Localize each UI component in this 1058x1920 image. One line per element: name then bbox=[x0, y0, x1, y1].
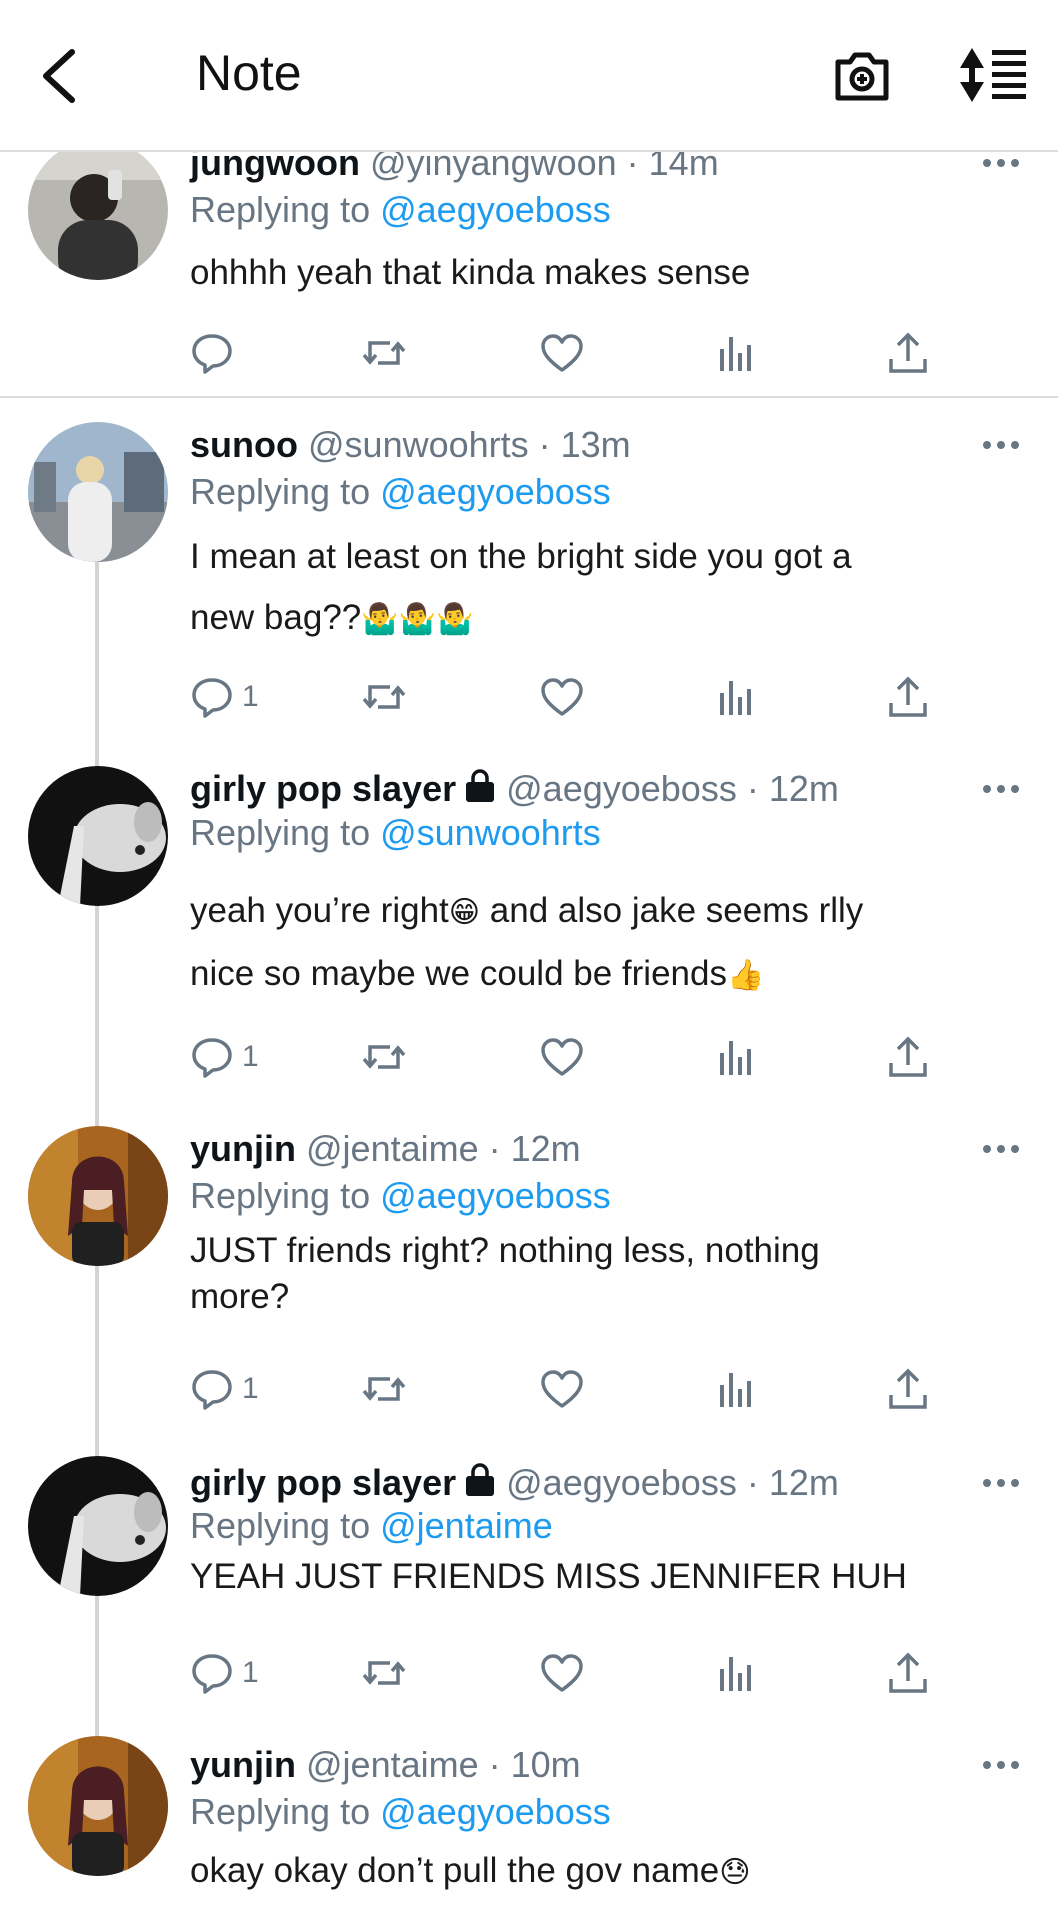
avatar[interactable] bbox=[28, 766, 168, 906]
action-bar: 1 bbox=[190, 674, 950, 720]
views-chart-icon[interactable] bbox=[714, 1035, 758, 1079]
display-name[interactable]: girly pop slayer bbox=[190, 768, 456, 809]
reply-icon[interactable] bbox=[190, 675, 234, 719]
reply-count: 1 bbox=[242, 1656, 259, 1689]
display-name[interactable]: girly pop slayer bbox=[190, 1462, 456, 1503]
replying-to: Replying to @sunwoohrts bbox=[190, 812, 601, 853]
avatar[interactable] bbox=[28, 1126, 168, 1266]
sort-icon[interactable] bbox=[958, 46, 1030, 104]
post-text: YEAH JUST FRIENDS MISS JENNIFER HUH bbox=[190, 1557, 907, 1596]
mention-link[interactable]: @aegyoeboss bbox=[380, 1175, 611, 1216]
retweet-icon[interactable] bbox=[362, 1367, 406, 1411]
post-girly-pop-slayer-2[interactable]: girly pop slayer @aegyoeboss · 12m Reply… bbox=[0, 1434, 1058, 1734]
mention-link[interactable]: @sunwoohrts bbox=[380, 812, 601, 853]
replying-to: Replying to @aegyoeboss bbox=[190, 471, 611, 512]
shrug-emoji: 🤷‍♂️🤷‍♂️🤷‍♂️ bbox=[361, 603, 474, 636]
page-title: Note bbox=[196, 45, 302, 101]
share-icon[interactable] bbox=[886, 1367, 930, 1411]
handle-time: @sunwoohrts · 13m bbox=[308, 424, 631, 465]
reply-count: 1 bbox=[242, 1040, 259, 1073]
more-options-icon[interactable] bbox=[982, 158, 1020, 168]
camera-icon[interactable] bbox=[832, 46, 892, 106]
views-chart-icon[interactable] bbox=[714, 1367, 758, 1411]
mention-link[interactable]: @jentaime bbox=[380, 1505, 553, 1546]
share-icon[interactable] bbox=[886, 675, 930, 719]
handle-time: @aegyoeboss · 12m bbox=[506, 768, 839, 809]
post-text: okay okay don’t pull the gov name😓 bbox=[190, 1851, 751, 1890]
reply-count: 1 bbox=[242, 1372, 259, 1405]
handle-time: @aegyoeboss · 12m bbox=[506, 1462, 839, 1503]
mention-link[interactable]: @aegyoeboss bbox=[380, 1791, 611, 1832]
action-bar: 1 bbox=[190, 1650, 950, 1696]
avatar[interactable] bbox=[28, 1456, 168, 1596]
reply-icon[interactable] bbox=[190, 331, 234, 375]
post-text: yeah you’re right😁 and also jake seems r… bbox=[190, 891, 864, 993]
avatar[interactable] bbox=[28, 1736, 168, 1876]
retweet-icon[interactable] bbox=[362, 675, 406, 719]
display-name[interactable]: yunjin bbox=[190, 1744, 296, 1785]
share-icon[interactable] bbox=[886, 331, 930, 375]
more-options-icon[interactable] bbox=[982, 1478, 1020, 1488]
retweet-icon[interactable] bbox=[362, 1651, 406, 1695]
reply-icon[interactable] bbox=[190, 1651, 234, 1695]
replying-to: Replying to @jentaime bbox=[190, 1505, 553, 1546]
avatar[interactable] bbox=[28, 140, 168, 280]
action-bar: 1 bbox=[190, 1034, 950, 1080]
reply-count: 1 bbox=[242, 680, 259, 713]
more-options-icon[interactable] bbox=[982, 784, 1020, 794]
more-options-icon[interactable] bbox=[982, 1760, 1020, 1770]
top-bar: Note bbox=[0, 0, 1058, 152]
sweat-emoji: 😓 bbox=[719, 1856, 751, 1889]
post-text: JUST friends right? nothing less, nothin… bbox=[190, 1231, 820, 1316]
post-text: ohhhh yeah that kinda makes sense bbox=[190, 253, 751, 292]
more-options-icon[interactable] bbox=[982, 1144, 1020, 1154]
lock-icon bbox=[466, 769, 495, 802]
display-name[interactable]: yunjin bbox=[190, 1128, 296, 1169]
handle-time: @jentaime · 10m bbox=[306, 1744, 581, 1785]
retweet-icon[interactable] bbox=[362, 331, 406, 375]
post-yunjin-2[interactable]: yunjin @jentaime · 10m Replying to @aegy… bbox=[0, 1736, 1058, 1920]
display-name[interactable]: sunoo bbox=[190, 424, 298, 465]
views-chart-icon[interactable] bbox=[714, 675, 758, 719]
like-heart-icon[interactable] bbox=[540, 331, 584, 375]
handle-time: @jentaime · 12m bbox=[306, 1128, 581, 1169]
lock-icon bbox=[466, 1463, 495, 1496]
post-sunoo[interactable]: sunoo @sunwoohrts · 13m Replying to @aeg… bbox=[0, 398, 1058, 738]
share-icon[interactable] bbox=[886, 1035, 930, 1079]
like-heart-icon[interactable] bbox=[540, 1035, 584, 1079]
action-bar bbox=[190, 330, 950, 376]
post-text: I mean at least on the bright side you g… bbox=[190, 537, 852, 637]
like-heart-icon[interactable] bbox=[540, 1651, 584, 1695]
post-yunjin[interactable]: yunjin @jentaime · 12m Replying to @aegy… bbox=[0, 1102, 1058, 1432]
replying-to: Replying to @aegyoeboss bbox=[190, 189, 611, 230]
retweet-icon[interactable] bbox=[362, 1035, 406, 1079]
reply-icon[interactable] bbox=[190, 1035, 234, 1079]
replying-to: Replying to @aegyoeboss bbox=[190, 1791, 611, 1832]
grin-emoji: 😁 bbox=[448, 896, 481, 929]
replying-to: Replying to @aegyoeboss bbox=[190, 1175, 611, 1216]
action-bar: 1 bbox=[190, 1366, 950, 1412]
share-icon[interactable] bbox=[886, 1651, 930, 1695]
post-girly-pop-slayer[interactable]: girly pop slayer @aegyoeboss · 12m Reply… bbox=[0, 740, 1058, 1100]
more-options-icon[interactable] bbox=[982, 440, 1020, 450]
mention-link[interactable]: @aegyoeboss bbox=[380, 189, 611, 230]
views-chart-icon[interactable] bbox=[714, 331, 758, 375]
avatar[interactable] bbox=[28, 422, 168, 562]
like-heart-icon[interactable] bbox=[540, 675, 584, 719]
back-chevron-icon[interactable] bbox=[36, 46, 86, 106]
thumbs-up-emoji: 👍 bbox=[726, 959, 765, 992]
like-heart-icon[interactable] bbox=[540, 1367, 584, 1411]
mention-link[interactable]: @aegyoeboss bbox=[380, 471, 611, 512]
reply-icon[interactable] bbox=[190, 1367, 234, 1411]
views-chart-icon[interactable] bbox=[714, 1651, 758, 1695]
